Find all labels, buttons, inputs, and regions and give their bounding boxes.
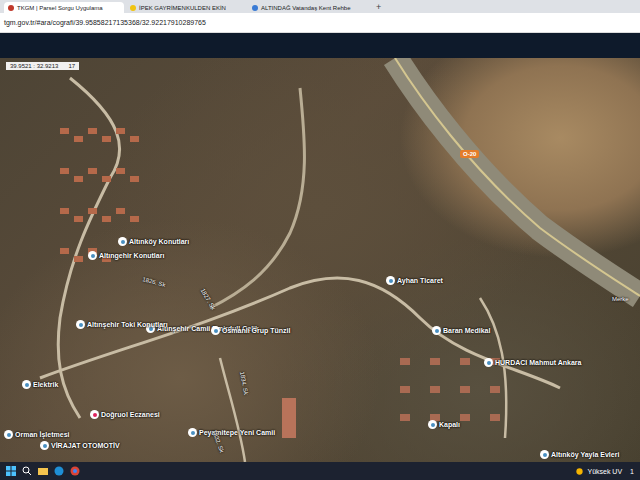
highway-shield: O-20 [460,150,479,158]
browser-tab[interactable]: TKGM | Parsel Sorgu Uygulama [4,2,124,13]
map-label[interactable]: Altınşehir Toki Konutları [76,320,168,329]
pin-icon [40,441,49,450]
favicon-icon [8,5,14,11]
zoom-level: 17 [68,63,75,69]
label-text: Kapalı [439,421,460,429]
label-text: Osmanlı Grup Tünzil [222,327,290,335]
label-text: HURDACI Mahmut Ankara [495,359,581,367]
browser-tab[interactable]: ALTINDAĞ Vatandaş Kent Rehbe [248,2,368,13]
pin-icon [432,326,441,335]
map-label[interactable]: Orman İşletmesi [4,430,69,439]
map-label[interactable]: Baran Medikal [432,326,490,335]
map-label[interactable]: Doğruol Eczanesi [90,410,160,419]
map-label[interactable]: Altınköy Konutları [118,237,189,246]
pin-icon [188,428,197,437]
label-text: Altınşehir Toki Konutları [87,321,168,329]
new-tab-button[interactable]: + [370,2,387,13]
label-text: Doğruol Eczanesi [101,411,160,419]
label-text: VİRAJAT OTOMOTİV [51,442,120,450]
edge-icon[interactable] [54,466,64,476]
sun-icon [575,467,584,476]
map-label[interactable]: HURDACI Mahmut Ankara [484,358,581,367]
url-text: tgm.gov.tr/#ara/cografi/39.9585821713536… [4,19,206,26]
label-text: 1826. Sk [142,276,167,288]
label-text: Altınköy Yayla Evleri [551,451,619,459]
label-text: 1834. Sk [239,371,250,395]
label-text: Baran Medikal [443,327,490,335]
map-label[interactable]: 1834. Sk [239,371,250,395]
label-text: Elektrik [33,381,58,389]
map-label[interactable]: Altınköy Yayla Evleri [540,450,619,459]
label-text: Altınköy Konutları [129,238,189,246]
favicon-icon [130,5,136,11]
pin-icon [484,358,493,367]
pin-icon [540,450,549,459]
map-label[interactable]: Elektrik [22,380,58,389]
pin-icon [88,251,97,260]
coordinates: 39.9521 : 32.9213 [10,63,58,69]
map-label[interactable]: Ayhan Ticaret [386,276,443,285]
folder-icon[interactable] [38,466,48,476]
pin-icon [76,320,85,329]
pin-icon [90,410,99,419]
tab-bar: TKGM | Parsel Sorgu UygulamaİPEK GAYRİME… [0,0,640,13]
taskbar: Yüksek UV 1 [0,462,640,480]
map-label[interactable]: Altıngehir Konutları [88,251,164,260]
label-text: Orman İşletmesi [15,431,69,439]
browser-window: TKGM | Parsel Sorgu UygulamaİPEK GAYRİME… [0,0,640,480]
map-label[interactable]: VİRAJAT OTOMOTİV [40,441,120,450]
map-label[interactable]: 1827. Sk [199,287,217,311]
pin-icon [4,430,13,439]
label-text: 1827. Sk [199,287,217,311]
label-text: Peyamitepe Yeni Camii [199,429,275,437]
pin-icon [428,420,437,429]
label-text: Ayhan Ticaret [397,277,443,285]
map[interactable]: 39.9521 : 32.9213 17 O-20 Altınköy Konutlar… [0,58,640,462]
pin-icon [386,276,395,285]
pin-icon [22,380,31,389]
address-bar[interactable]: tgm.gov.tr/#ara/cografi/39.9585821713536… [0,13,640,33]
pin-icon [211,326,220,335]
search-icon[interactable] [22,466,32,476]
chrome-icon[interactable] [70,466,80,476]
pin-icon [118,237,127,246]
map-label[interactable]: Peyamitepe Yeni Camii [188,428,275,437]
windows-icon[interactable] [6,466,16,476]
label-text: Merke [612,296,629,303]
weather-widget[interactable]: Yüksek UV [575,467,622,476]
map-label[interactable]: Merke [612,296,629,303]
map-label[interactable]: Kapalı [428,420,460,429]
clock: 1 [630,468,634,475]
browser-tab[interactable]: İPEK GAYRİMENKULDEN EKİN [126,2,246,13]
site-header [0,33,640,58]
map-label[interactable]: 1826. Sk [142,276,167,288]
label-text: Altıngehir Konutları [99,252,164,260]
coordinate-box: 39.9521 : 32.9213 17 [6,62,79,70]
map-label[interactable]: Osmanlı Grup Tünzil [211,326,290,335]
favicon-icon [252,5,258,11]
map-roads-icon [0,58,640,462]
